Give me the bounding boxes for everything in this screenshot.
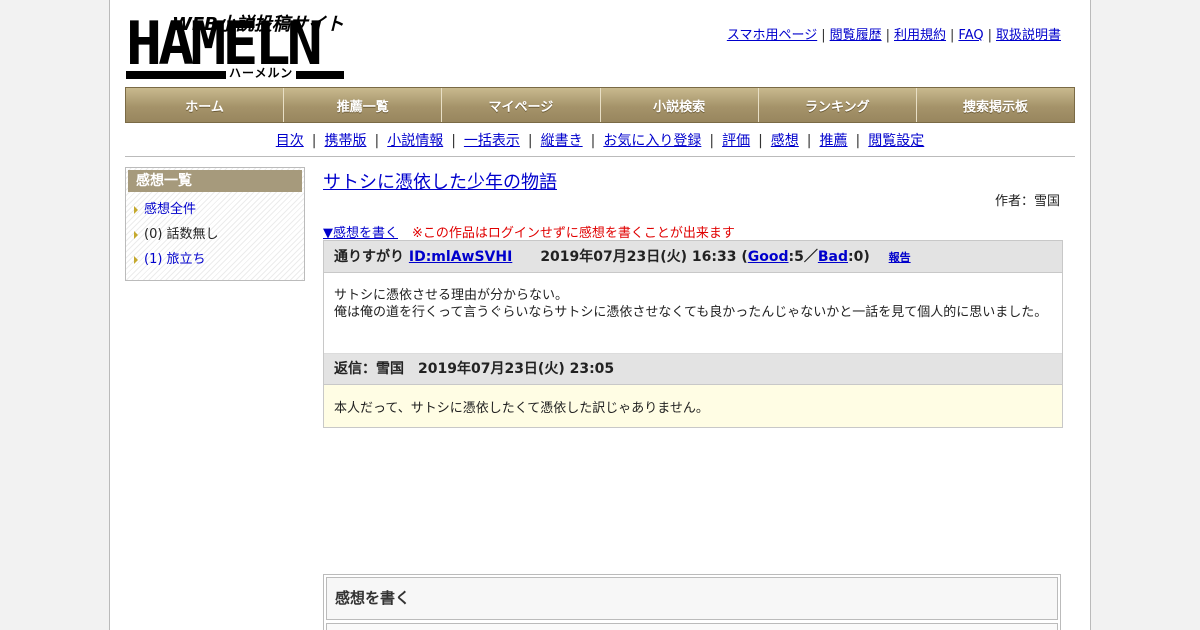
write-review-form-row (326, 623, 1058, 630)
subnav-view-settings[interactable]: 閲覧設定 (868, 133, 924, 149)
subnav-toc[interactable]: 目次 (276, 133, 304, 149)
link-terms[interactable]: 利用規約 (894, 28, 946, 43)
nav-recommendations[interactable]: 推薦一覧 (284, 88, 443, 122)
arrow-right-icon (134, 206, 138, 214)
sidebar-item-label[interactable]: 感想全件 (144, 200, 196, 220)
reply-body: 本人だって、サトシに憑依したくて憑依した訳じゃありません。 (324, 385, 1062, 427)
report-link[interactable]: 報告 (889, 251, 911, 264)
reply-header: 返信：雪国 2019年07月23日(火) 23:05 (324, 353, 1062, 385)
good-count: :5／ (788, 249, 818, 265)
separator: | (821, 28, 826, 43)
link-history[interactable]: 閲覧履歴 (830, 28, 882, 43)
good-vote-link[interactable]: Good (748, 249, 789, 265)
review-text-line: サトシに憑依させる理由が分からない。 (334, 288, 569, 303)
novel-title-link[interactable]: サトシに憑依した少年の物語 (323, 168, 557, 194)
sidebar-title: 感想一覧 (128, 170, 302, 192)
sidebar-item-all[interactable]: 感想全件 (132, 200, 304, 225)
sidebar-item-chapter-1[interactable]: (1) 旅立ち (132, 250, 304, 275)
nav-home[interactable]: ホーム (126, 88, 285, 122)
divider (125, 156, 1075, 157)
sidebar-item-no-chapter: (0) 話数無し (132, 225, 304, 250)
write-review-box: 感想を書く (323, 574, 1061, 630)
review-card: 通りすがり ID:mlAwSVHI 2019年07月23日(火) 16:33 (G… (323, 240, 1063, 428)
link-faq[interactable]: FAQ (958, 28, 983, 43)
link-manual[interactable]: 取扱説明書 (996, 28, 1061, 43)
separator: | (806, 133, 812, 149)
subnav-favorite[interactable]: お気に入り登録 (603, 133, 701, 149)
subnav-show-all[interactable]: 一括表示 (464, 133, 520, 149)
review-header: 通りすがり ID:mlAwSVHI 2019年07月23日(火) 16:33 (G… (324, 241, 1062, 273)
bad-vote-link[interactable]: Bad (818, 249, 848, 265)
reviewer-id-link[interactable]: ID:mlAwSVHI (409, 249, 512, 265)
subnav-recommend[interactable]: 推薦 (820, 133, 848, 149)
top-links: スマホ用ページ | 閲覧履歴 | 利用規約 | FAQ | 取扱説明書 (727, 24, 1061, 43)
sidebar-list: 感想全件 (0) 話数無し (1) 旅立ち (126, 194, 304, 275)
write-review-title: 感想を書く (326, 577, 1058, 620)
subnav-mobile[interactable]: 携帯版 (324, 133, 366, 149)
subnav-vertical[interactable]: 縦書き (541, 133, 583, 149)
review-date: 2019年07月23日(火) 16:33 (540, 249, 737, 265)
subnav-rating[interactable]: 評価 (722, 133, 750, 149)
separator: | (885, 28, 890, 43)
link-smartphone-page[interactable]: スマホ用ページ (727, 28, 817, 43)
page-container: WEB小説投稿サイト HAMELN ハーメルン スマホ用ページ | 閲覧履歴 | 利用規… (109, 0, 1091, 630)
separator: | (855, 133, 861, 149)
subnav-reviews[interactable]: 感想 (771, 133, 799, 149)
anonymous-review-note: ※この作品はログインせずに感想を書くことが出来ます (412, 226, 735, 241)
separator: | (451, 133, 456, 149)
review-list-sidebar: 感想一覧 感想全件 (0) 話数無し (1) 旅立ち (125, 167, 305, 281)
hameln-logo[interactable]: WEB小説投稿サイト HAMELN ハーメルン (126, 10, 346, 81)
separator: | (374, 133, 380, 149)
nav-mypage[interactable]: マイページ (442, 88, 601, 122)
nav-search-board[interactable]: 捜索掲示板 (916, 88, 1075, 122)
separator: | (950, 28, 955, 43)
arrow-right-icon (134, 231, 138, 239)
main-nav: ホーム 推薦一覧 マイページ 小説検索 ランキング 捜索掲示板 (125, 87, 1075, 123)
review-body: サトシに憑依させる理由が分からない。 俺は俺の道を行くって言うぐらいならサトシに… (324, 273, 1062, 353)
nav-novel-search[interactable]: 小説検索 (600, 88, 759, 122)
bad-count: :0) (848, 249, 870, 265)
author-label: 作者：雪国 (994, 194, 1060, 209)
separator: | (758, 133, 763, 149)
logo-kana: ハーメルン (226, 65, 297, 81)
review-text-line: 俺は俺の道を行くって言うぐらいならサトシに憑依させなくても良かったんじゃないかと… (334, 305, 1048, 320)
sidebar-item-label[interactable]: (1) 旅立ち (144, 250, 206, 270)
sidebar-item-label: (0) 話数無し (144, 227, 219, 242)
separator: | (590, 133, 596, 149)
separator: | (987, 28, 992, 43)
separator: | (311, 133, 317, 149)
novel-sub-nav: 目次 | 携帯版 | 小説情報 | 一括表示 | 縦書き | お気に入り登録 | 評価 | 感想 | 推薦 | 閲覧… (125, 130, 1075, 150)
separator: | (527, 133, 533, 149)
arrow-right-icon (134, 256, 138, 264)
reviewer-name: 通りすがり (334, 249, 404, 265)
write-review-link[interactable]: ▼感想を書く (323, 226, 398, 241)
nav-ranking[interactable]: ランキング (758, 88, 917, 122)
subnav-novel-info[interactable]: 小説情報 (387, 133, 443, 149)
write-review-line: ▼感想を書く ※この作品はログインせずに感想を書くことが出来ます (323, 222, 735, 241)
separator: | (709, 133, 715, 149)
